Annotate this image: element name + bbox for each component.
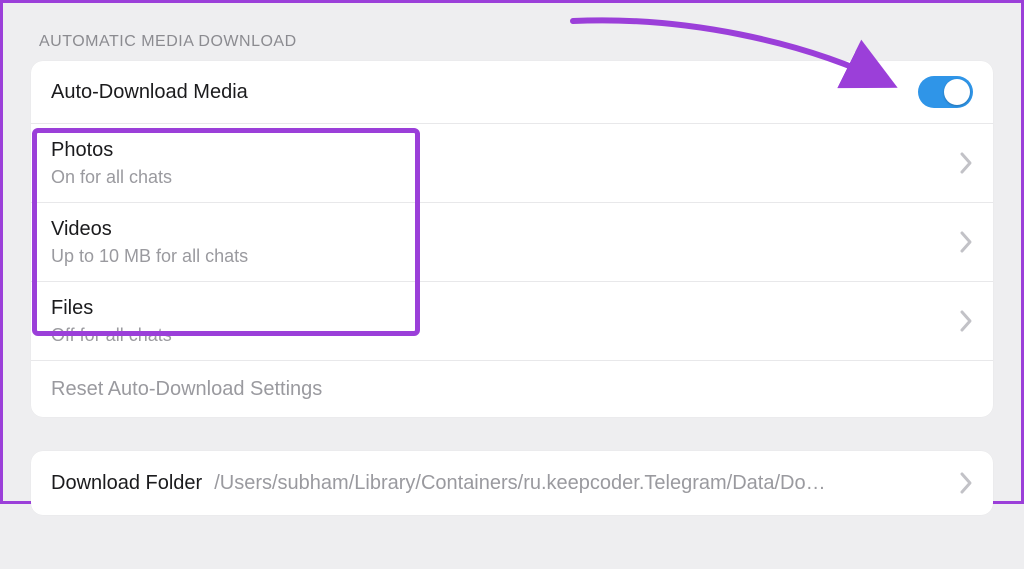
photos-row[interactable]: Photos On for all chats (31, 124, 993, 203)
files-subtitle: Off for all chats (51, 325, 947, 346)
videos-subtitle: Up to 10 MB for all chats (51, 246, 947, 267)
reset-label: Reset Auto-Download Settings (51, 378, 322, 401)
download-folder-row[interactable]: Download Folder /Users/subham/Library/Co… (31, 451, 993, 515)
files-row[interactable]: Files Off for all chats (31, 282, 993, 361)
photos-subtitle: On for all chats (51, 167, 947, 188)
download-folder-path: /Users/subham/Library/Containers/ru.keep… (214, 472, 935, 495)
videos-title: Videos (51, 217, 947, 242)
photos-title: Photos (51, 138, 947, 163)
chevron-right-icon (959, 309, 973, 333)
files-title: Files (51, 296, 947, 321)
chevron-right-icon (959, 151, 973, 175)
videos-row[interactable]: Videos Up to 10 MB for all chats (31, 203, 993, 282)
auto-download-panel: Auto-Download Media Photos On for all ch… (31, 61, 993, 417)
auto-download-master-label: Auto-Download Media (51, 80, 918, 105)
reset-auto-download-row[interactable]: Reset Auto-Download Settings (31, 361, 993, 417)
section-header: AUTOMATIC MEDIA DOWNLOAD (31, 33, 993, 61)
toggle-knob (944, 79, 970, 105)
chevron-right-icon (959, 471, 973, 495)
auto-download-master-row[interactable]: Auto-Download Media (31, 61, 993, 124)
download-folder-label: Download Folder (51, 472, 202, 495)
download-folder-panel: Download Folder /Users/subham/Library/Co… (31, 451, 993, 515)
chevron-right-icon (959, 230, 973, 254)
auto-download-toggle[interactable] (918, 76, 973, 108)
